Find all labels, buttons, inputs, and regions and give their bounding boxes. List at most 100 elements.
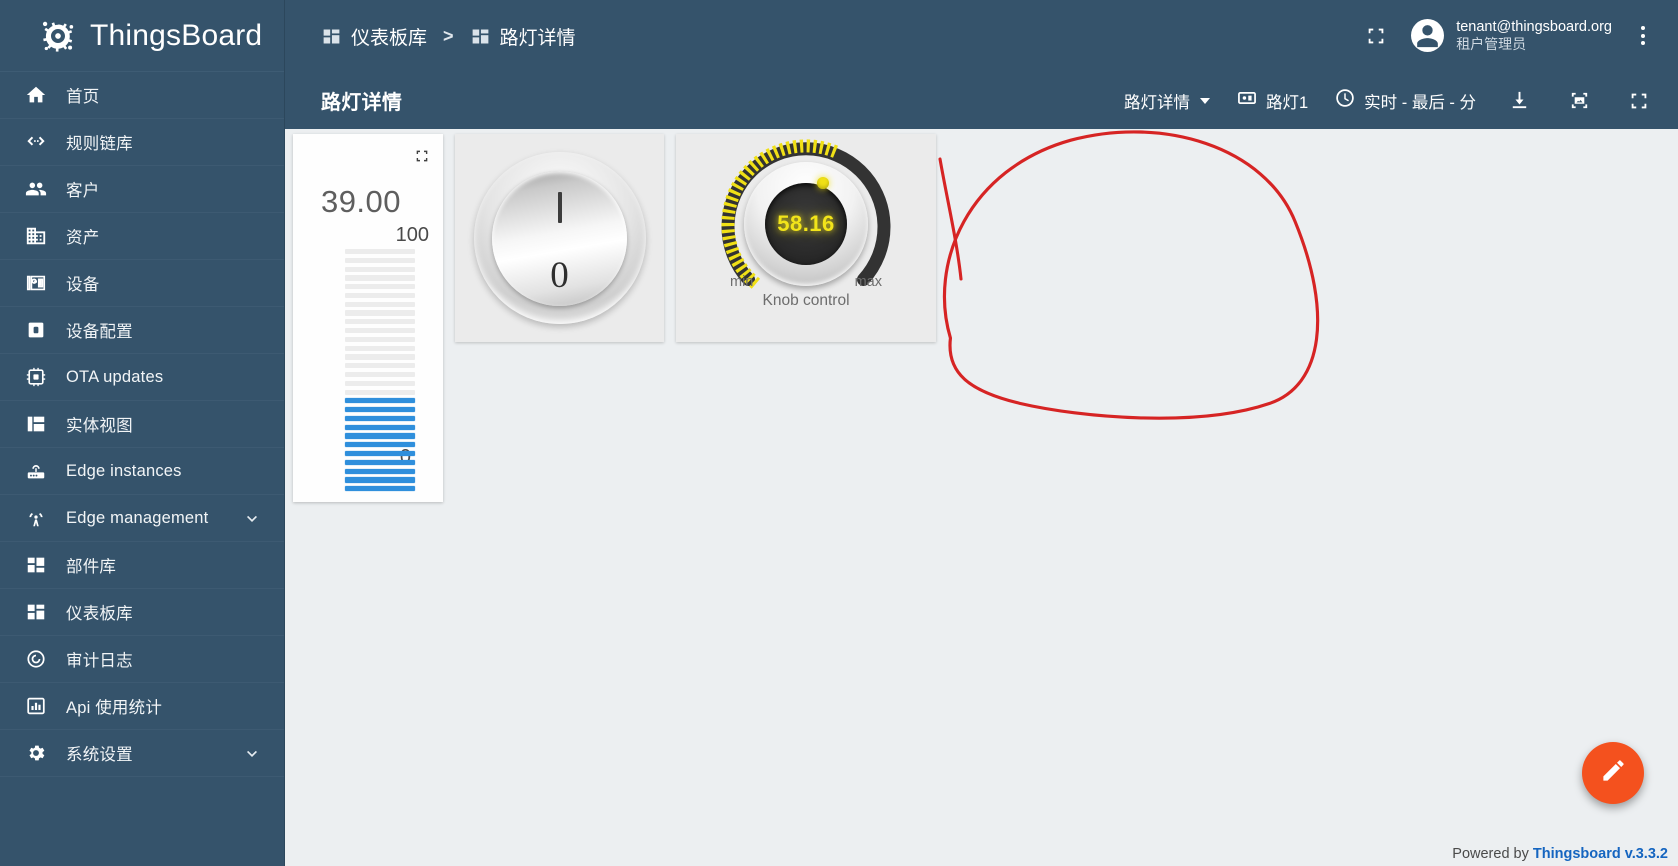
round-switch-bezel: 0 <box>473 152 646 324</box>
led-segment <box>345 363 415 369</box>
sidebar-item-label: 设备配置 <box>66 323 133 341</box>
fullscreen-icon[interactable] <box>1622 84 1656 118</box>
led-segment <box>345 345 415 351</box>
led-segment <box>345 275 415 281</box>
led-segment <box>345 424 415 430</box>
breadcrumb-item-dashboards[interactable]: 仪表板库 <box>321 23 427 50</box>
led-segment <box>345 389 415 395</box>
settings-gear-icon <box>24 741 48 765</box>
sidebar-item-audit-logs[interactable]: 审计日志 <box>0 636 284 683</box>
chevron-down-icon[interactable] <box>242 508 262 528</box>
fullscreen-icon[interactable] <box>1359 19 1393 53</box>
timewindow-select[interactable]: 实时 - 最后 - 分 <box>1334 87 1476 114</box>
led-segment <box>345 328 415 334</box>
led-segment <box>345 450 415 457</box>
sidebar-item-entity-views[interactable]: 实体视图 <box>0 401 284 448</box>
knob-body[interactable]: 58.16 <box>744 162 868 286</box>
led-segment <box>345 459 415 465</box>
led-segment <box>345 292 415 299</box>
thingsboard-app: ThingsBoard 首页 规则链库 客户 资产 设备 设备配置 OTA up… <box>0 0 1678 866</box>
knob-max-label: max <box>854 274 882 290</box>
widget-led-bar-gauge[interactable]: 39.00 100 0 <box>293 134 443 502</box>
widget-library-icon <box>24 553 48 577</box>
assets-building-icon <box>24 224 48 248</box>
user-meta: tenant@thingsboard.org 租户管理员 <box>1456 19 1612 54</box>
knob-value: 58.16 <box>777 211 835 236</box>
widget-round-switch[interactable]: 0 <box>455 134 664 342</box>
sidebar-item-label: 系统设置 <box>66 746 133 764</box>
breadcrumb-item-current-dashboard[interactable]: 路灯详情 <box>470 23 576 50</box>
sidebar-item-rule-chains[interactable]: 规则链库 <box>0 119 284 166</box>
led-bar-value: 39.00 <box>320 184 402 219</box>
device-profile-icon <box>24 318 48 342</box>
more-vertical-icon[interactable] <box>1630 19 1656 53</box>
breadcrumb-label: 路灯详情 <box>499 27 576 49</box>
sidebar-item-edge-management[interactable]: Edge management <box>0 495 284 542</box>
led-segment <box>345 380 415 386</box>
expand-widget-icon[interactable] <box>414 148 430 164</box>
sidebar-item-label: 规则链库 <box>66 135 133 153</box>
led-segment <box>345 310 415 316</box>
dashboard-state-select[interactable]: 路灯详情 <box>1124 89 1210 113</box>
led-segment <box>345 433 415 439</box>
led-bar-segments <box>345 249 415 492</box>
chevron-down-icon <box>1199 97 1210 104</box>
dashboards-icon <box>24 600 48 624</box>
sidebar-item-ota-updates[interactable]: OTA updates <box>0 354 284 401</box>
sidebar-item-device-profiles[interactable]: 设备配置 <box>0 307 284 354</box>
home-icon <box>24 83 48 107</box>
led-segment <box>345 407 415 413</box>
knob-area: 58.16 min max Knob control <box>706 138 906 316</box>
edit-pencil-icon <box>1600 757 1627 789</box>
download-icon[interactable] <box>1502 84 1536 118</box>
led-segment <box>345 468 415 474</box>
audit-log-icon <box>24 647 48 671</box>
led-segment <box>345 249 415 255</box>
sidebar-item-assets[interactable]: 资产 <box>0 213 284 260</box>
led-segment <box>345 284 415 290</box>
thingsboard-version-link[interactable]: Thingsboard v.3.3.2 <box>1533 846 1668 862</box>
dashboard-canvas: 39.00 100 0 0 58.16 min max Knob control… <box>285 129 1678 866</box>
brand-header[interactable]: ThingsBoard <box>0 0 284 72</box>
round-switch-knob[interactable]: 0 <box>492 170 627 306</box>
sidebar-item-label: 审计日志 <box>66 652 133 670</box>
sidebar-item-devices[interactable]: 设备 <box>0 260 284 307</box>
powered-prefix: Powered by <box>1452 846 1533 862</box>
entity-view-icon <box>24 412 48 436</box>
sidebar-item-system-settings[interactable]: 系统设置 <box>0 730 284 777</box>
led-segment <box>345 319 415 325</box>
widget-knob-control[interactable]: 58.16 min max Knob control <box>676 134 936 342</box>
sidebar-item-edge-instances[interactable]: Edge instances <box>0 448 284 495</box>
devices-icon <box>1236 87 1258 114</box>
sidebar-item-customers[interactable]: 客户 <box>0 166 284 213</box>
knob-display: 58.16 <box>765 183 847 265</box>
entity-alias-select[interactable]: 路灯1 <box>1236 87 1308 114</box>
switch-off-mark: 0 <box>550 254 569 296</box>
sidebar-item-dashboards[interactable]: 仪表板库 <box>0 589 284 636</box>
ota-chip-icon <box>24 365 48 389</box>
user-menu[interactable]: tenant@thingsboard.org 租户管理员 <box>1411 19 1612 54</box>
rule-chain-icon <box>24 130 48 154</box>
chevron-down-icon[interactable] <box>242 743 262 763</box>
edge-antenna-icon <box>24 506 48 530</box>
dashboards-icon <box>470 26 491 47</box>
sidebar-item-widget-library[interactable]: 部件库 <box>0 542 284 589</box>
sidebar-item-label: 实体视图 <box>66 417 133 435</box>
sidebar-item-label: 客户 <box>66 182 100 200</box>
widget-grid: 39.00 100 0 0 58.16 min max Knob control <box>293 134 936 502</box>
breadcrumb-separator: > <box>443 25 454 46</box>
top-toolbar: 仪表板库 > 路灯详情 tenant@thingsboard.org 租户管理员 <box>285 0 1678 72</box>
sidebar-item-api-usage[interactable]: Api 使用统计 <box>0 683 284 730</box>
api-usage-chart-icon <box>24 694 48 718</box>
sidebar-item-home[interactable]: 首页 <box>0 72 284 119</box>
entity-label: 路灯1 <box>1265 93 1309 112</box>
image-export-icon[interactable] <box>1562 84 1596 118</box>
edit-dashboard-fab[interactable] <box>1582 742 1644 804</box>
led-bar-max-label: 100 <box>395 224 429 246</box>
dashboard-toolbar-actions: 路灯详情 路灯1 实时 - 最后 - 分 <box>1124 84 1656 118</box>
sidebar-item-label: 设备 <box>66 276 100 294</box>
top-toolbar-right: tenant@thingsboard.org 租户管理员 <box>1359 19 1656 54</box>
led-segment <box>345 371 415 378</box>
knob-range-labels: min max <box>706 274 906 290</box>
knob-min-label: min <box>730 274 754 290</box>
